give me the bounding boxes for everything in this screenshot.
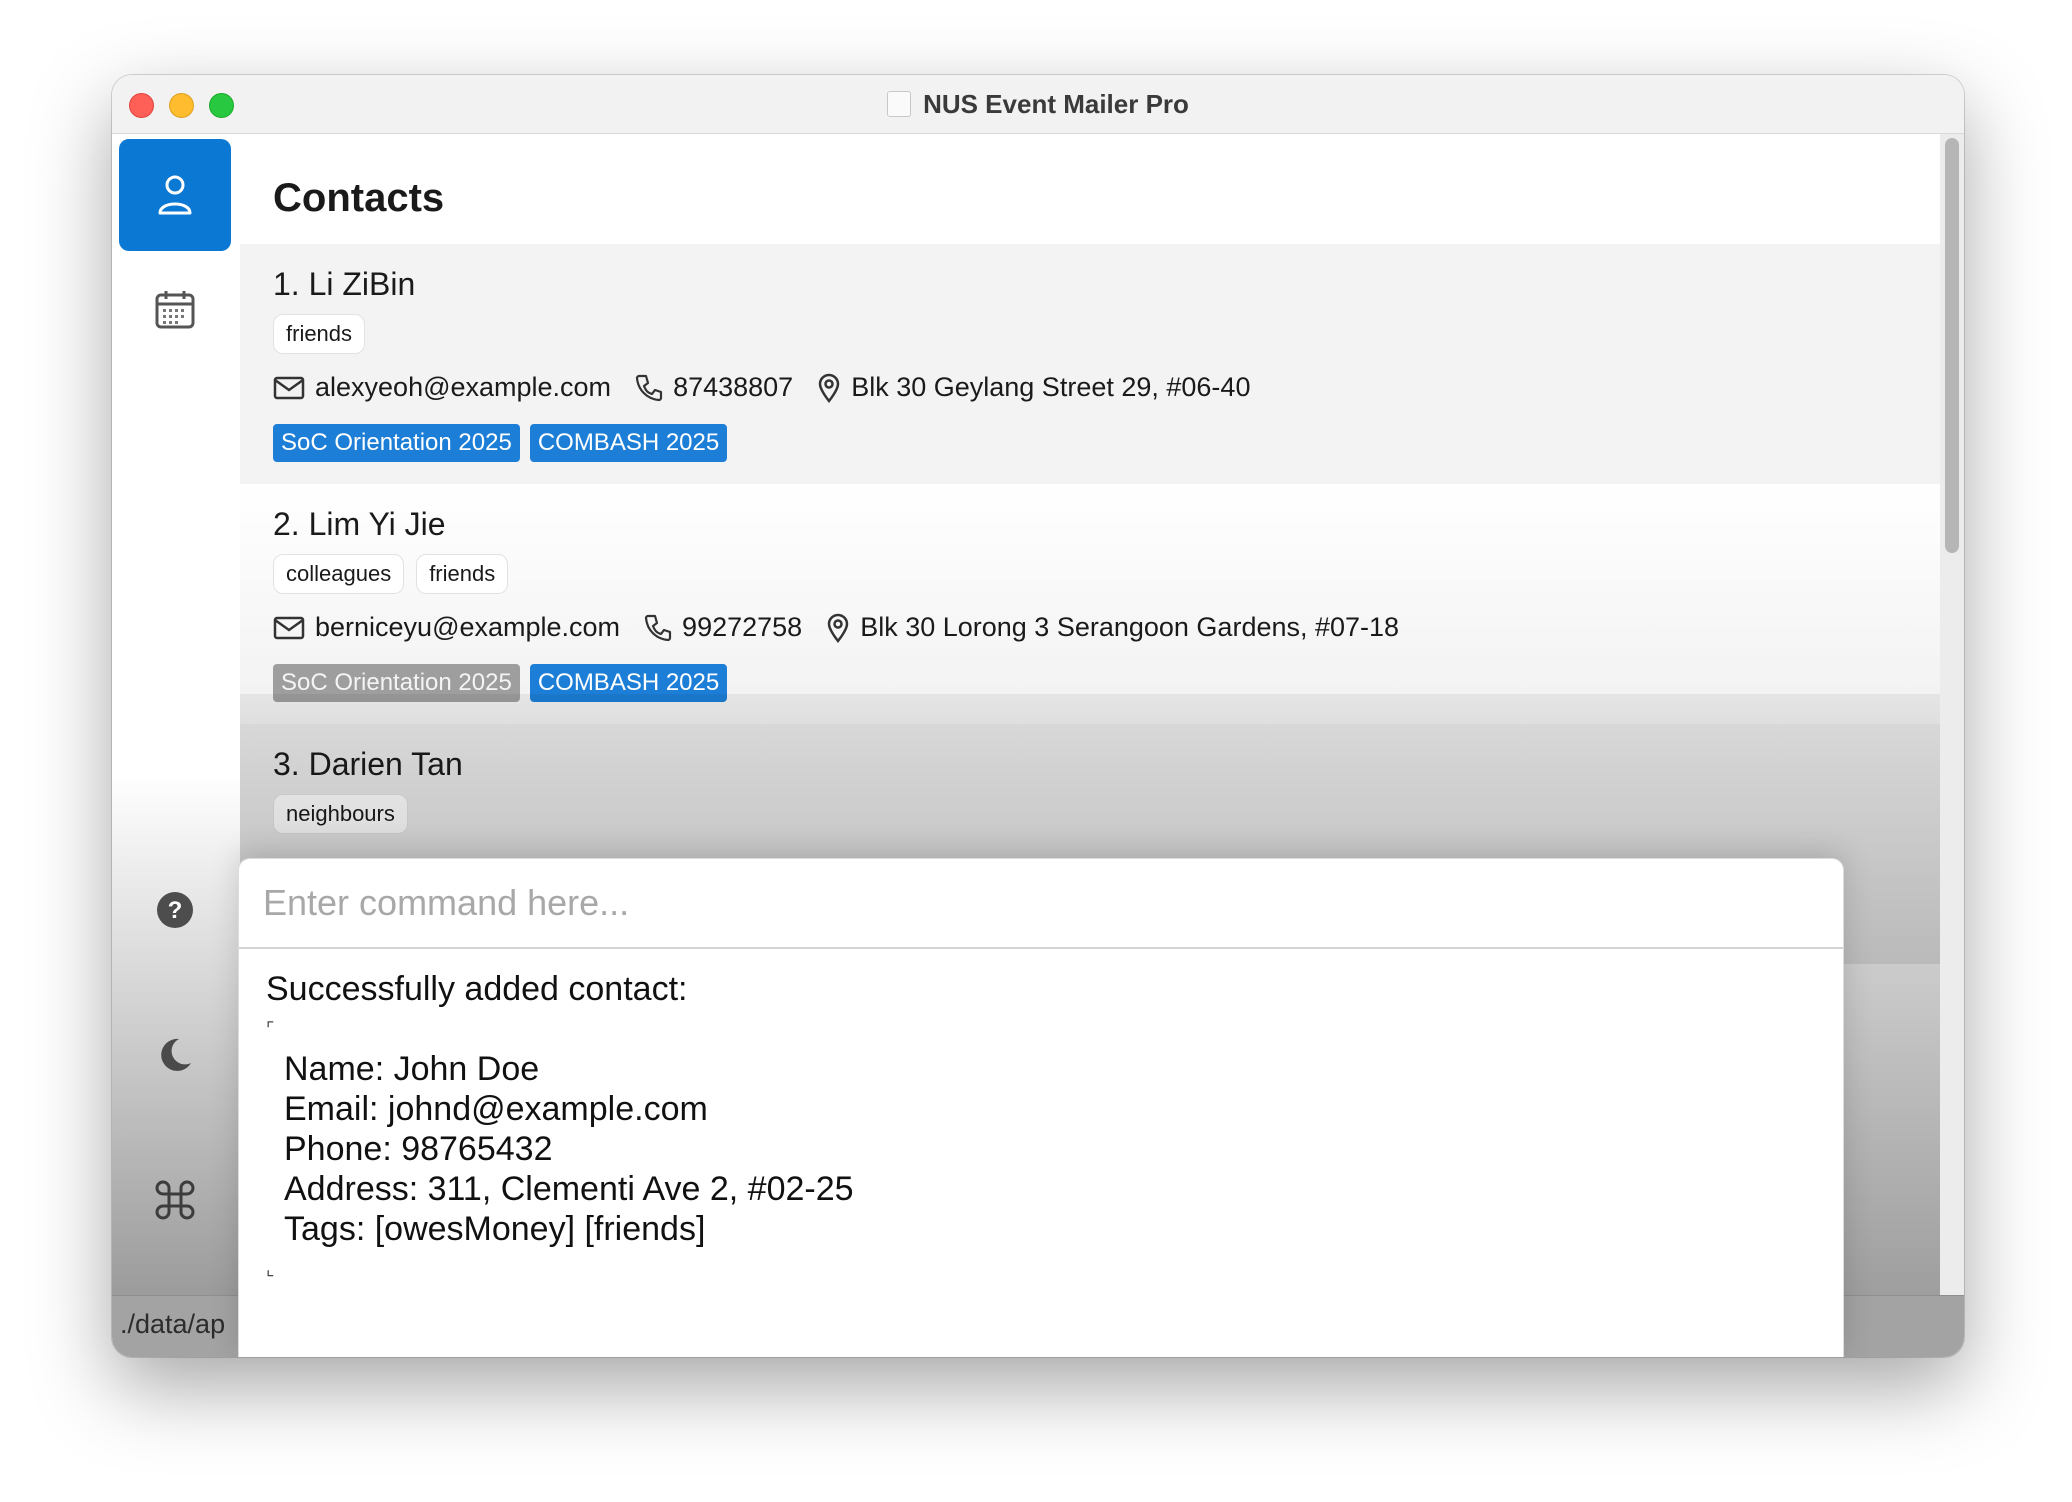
data-file-path: ./data/ap xyxy=(120,1309,226,1339)
phone-icon xyxy=(644,614,672,642)
result-line: Phone: 98765432 xyxy=(284,1130,553,1168)
contact-tag: friends xyxy=(416,554,509,594)
contact-email: alexyeoh@example.com xyxy=(315,372,612,402)
sidebar-item-events[interactable] xyxy=(119,254,231,366)
location-pin-icon xyxy=(817,373,841,403)
event-badge: COMBASH 2025 xyxy=(529,664,728,702)
contact-phone: 87438807 xyxy=(673,372,794,402)
result-close-mark: ⌞ xyxy=(266,1259,275,1279)
contact-email: berniceyu@example.com xyxy=(315,612,621,642)
document-icon xyxy=(887,91,912,117)
window-title: NUS Event Mailer Pro xyxy=(923,88,1189,119)
calendar-icon xyxy=(155,291,195,329)
sidebar-item-theme[interactable] xyxy=(119,999,231,1111)
result-line: Tags: [owesMoney] [friends] xyxy=(284,1210,706,1248)
result-open-mark: ⌜ xyxy=(266,1019,275,1039)
result-display: Successfully added contact: ⌜ Name: John… xyxy=(266,969,1813,1289)
command-panel: Successfully added contact: ⌜ Name: John… xyxy=(238,858,1844,1357)
app-window: NUS Event Mailer Pro ? Contacts 1. Li Zi… xyxy=(112,75,1964,1357)
svg-text:?: ? xyxy=(168,897,183,924)
contact-name: 2. Lim Yi Jie xyxy=(273,506,446,542)
sidebar-item-commands[interactable] xyxy=(119,1144,231,1256)
contact-card[interactable]: 2. Lim Yi Jie colleagues friends bernice… xyxy=(240,484,1940,724)
location-pin-icon xyxy=(826,613,850,643)
contact-tag: friends xyxy=(273,314,366,354)
result-line: Address: 311, Clementi Ave 2, #02-25 xyxy=(284,1170,854,1208)
sidebar-item-contacts[interactable] xyxy=(119,139,231,251)
sidebar-item-help[interactable]: ? xyxy=(119,854,231,966)
command-input[interactable] xyxy=(239,859,1843,949)
contact-tag: colleagues xyxy=(273,554,405,594)
scrollbar-thumb[interactable] xyxy=(1945,138,1959,553)
scrollbar[interactable] xyxy=(1940,134,1964,1296)
contact-name: 3. Darien Tan xyxy=(273,746,463,782)
person-icon xyxy=(158,175,192,215)
contact-card[interactable]: 1. Li ZiBin friends alexyeoh@example.com… xyxy=(240,244,1940,484)
event-badge: SoC Orientation 2025 xyxy=(273,424,520,462)
mail-icon xyxy=(273,376,305,400)
contact-address: Blk 30 Lorong 3 Serangoon Gardens, #07-1… xyxy=(860,612,1400,642)
title-bar: NUS Event Mailer Pro xyxy=(112,75,1964,134)
moon-icon xyxy=(161,1038,191,1071)
event-badge: COMBASH 2025 xyxy=(529,424,728,462)
page-title: Contacts xyxy=(273,176,445,220)
event-badge: SoC Orientation 2025 xyxy=(273,664,520,702)
result-heading: Successfully added contact: xyxy=(266,970,688,1008)
contact-tag: neighbours xyxy=(273,794,408,834)
sidebar: ? xyxy=(112,134,240,1296)
phone-icon xyxy=(635,374,663,402)
result-line: Email: johnd@example.com xyxy=(284,1090,708,1128)
result-line: Name: John Doe xyxy=(284,1050,540,1088)
contact-address: Blk 30 Geylang Street 29, #06-40 xyxy=(851,372,1251,402)
contact-name: 1. Li ZiBin xyxy=(273,266,416,302)
command-icon xyxy=(155,1180,195,1220)
help-icon: ? xyxy=(157,892,193,928)
mail-icon xyxy=(273,616,305,640)
contact-phone: 99272758 xyxy=(682,612,803,642)
